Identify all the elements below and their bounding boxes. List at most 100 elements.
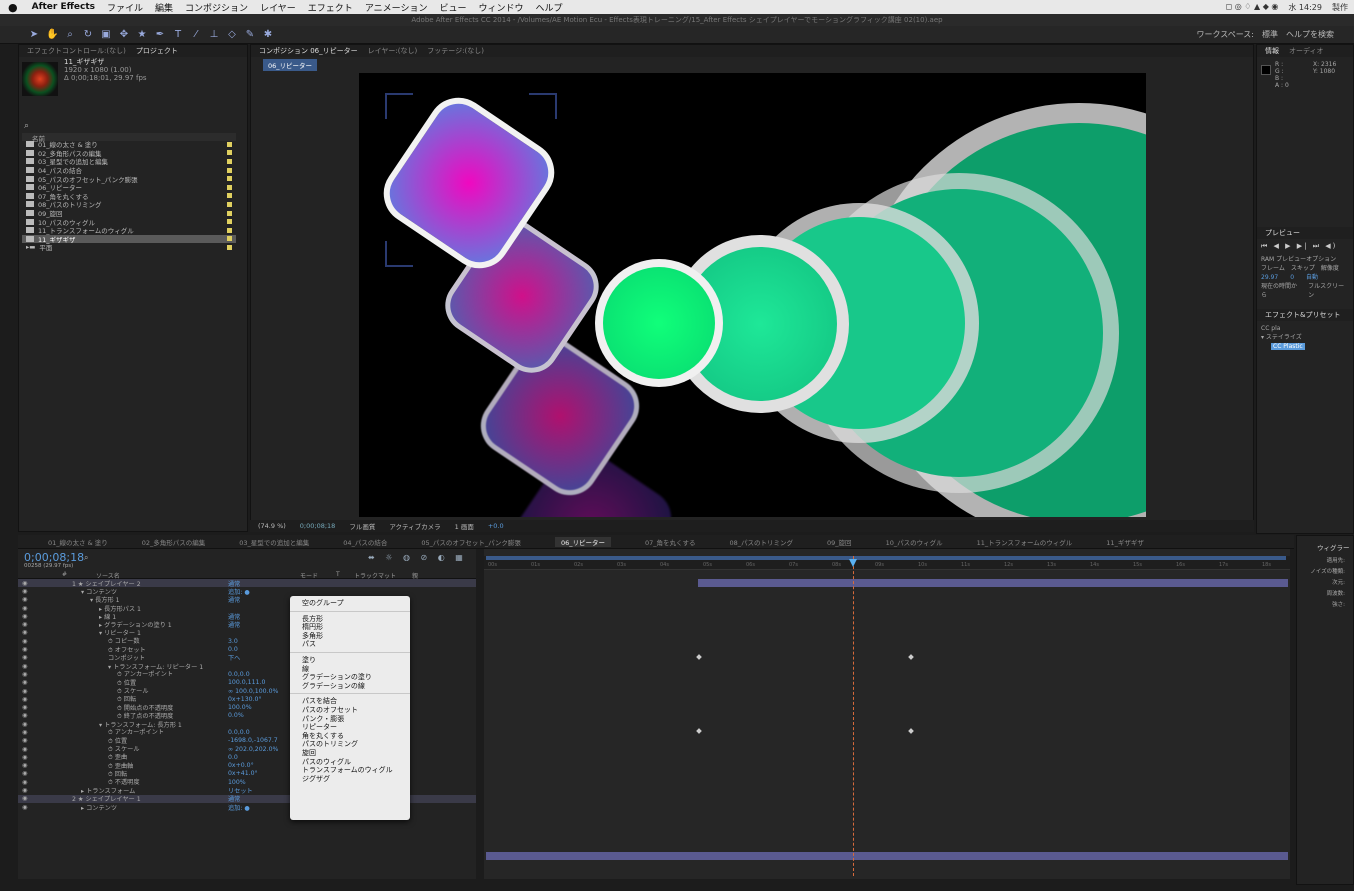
exposure-value[interactable]: +0.0 — [488, 522, 504, 530]
effects-search-input[interactable]: CC pla — [1261, 324, 1349, 333]
comp-timecode[interactable]: 0;00;08;18 — [300, 522, 336, 530]
menu-item-trim-paths[interactable]: パスのトリミング — [290, 740, 410, 749]
visibility-icon[interactable]: ◉ — [22, 696, 27, 703]
visibility-icon[interactable]: ◉ — [22, 629, 27, 636]
pen-tool-icon[interactable]: ✒ — [154, 29, 166, 41]
resolution-value[interactable]: 自動 — [1306, 273, 1318, 282]
layer-property-value[interactable]: 0.0,0.0 — [228, 671, 250, 678]
layer-property-value[interactable]: 0x+0.0° — [228, 762, 254, 769]
stamp-tool-icon[interactable]: ⊥ — [208, 29, 220, 41]
layer-duration-bar[interactable] — [698, 579, 1288, 587]
tab-effects-presets[interactable]: エフェクト&プリセット — [1265, 310, 1340, 320]
effects-folder[interactable]: ▾ ステイライズ — [1261, 333, 1349, 342]
tab-composition[interactable]: コンポジション 06_リピーター — [259, 46, 358, 56]
visibility-icon[interactable]: ◉ — [22, 704, 27, 711]
layer-property-value[interactable]: -1698.0,-1067.7 — [228, 737, 278, 744]
visibility-icon[interactable]: ◉ — [22, 737, 27, 744]
list-item[interactable]: ▸▬ 平面 — [22, 243, 236, 252]
frame-rate-value[interactable]: 29.97 — [1261, 273, 1278, 282]
ram-preview-options[interactable]: RAM プレビューオプション — [1261, 255, 1349, 264]
visibility-icon[interactable]: ◉ — [22, 596, 27, 603]
menu-help[interactable]: ヘルプ — [535, 1, 562, 14]
layer-property-value[interactable]: ∞ 202.0,202.0% — [228, 746, 278, 753]
visibility-icon[interactable]: ◉ — [22, 663, 27, 670]
tab-timeline[interactable]: 02_多角形パスの編集 — [142, 537, 206, 547]
menu-item-gradient-stroke[interactable]: グラデーションの線 — [290, 682, 410, 691]
tab-timeline[interactable]: 10_パスのウィグル — [886, 537, 943, 547]
menu-item-offset-paths[interactable]: パスのオフセット — [290, 706, 410, 715]
menu-item-gradient-fill[interactable]: グラデーションの塗り — [290, 673, 410, 682]
selection-tool-icon[interactable]: ➤ — [28, 29, 40, 41]
visibility-icon[interactable]: ◉ — [22, 671, 27, 678]
visibility-icon[interactable]: ◉ — [22, 779, 27, 786]
fullscreen-checkbox[interactable]: フルスクリーン — [1308, 282, 1349, 300]
menu-item-rectangle[interactable]: 長方形 — [290, 615, 410, 624]
layer-property-value[interactable]: 通常 — [228, 595, 240, 604]
menu-item-fill[interactable]: 塗り — [290, 656, 410, 665]
menu-animation[interactable]: アニメーション — [365, 1, 428, 14]
visibility-icon[interactable]: ◉ — [22, 580, 27, 587]
playhead[interactable] — [853, 556, 854, 876]
tab-timeline[interactable]: 03_星型での追加と編集 — [239, 537, 309, 547]
eraser-tool-icon[interactable]: ◇ — [226, 29, 238, 41]
tab-timeline[interactable]: 09_旋回 — [827, 537, 852, 547]
menu-effect[interactable]: エフェクト — [308, 1, 353, 14]
from-current-time-checkbox[interactable]: 現在の時間から — [1261, 282, 1302, 300]
menu-item-ellipse[interactable]: 楕円形 — [290, 623, 410, 632]
tab-effect-controls[interactable]: エフェクトコントロール:(なし) — [27, 46, 126, 56]
visibility-icon[interactable]: ◉ — [22, 787, 27, 794]
menu-item-path[interactable]: パス — [290, 640, 410, 649]
visibility-icon[interactable]: ◉ — [22, 605, 27, 612]
layer-property-value[interactable]: 0x+41.0° — [228, 770, 258, 777]
menu-item-pucker-bloat[interactable]: パンク・膨張 — [290, 715, 410, 724]
visibility-icon[interactable]: ◉ — [22, 770, 27, 777]
menu-item-stroke[interactable]: 線 — [290, 665, 410, 674]
menu-layer[interactable]: レイヤー — [260, 1, 296, 14]
layer-property-value[interactable]: 100.0% — [228, 704, 252, 711]
layer-property-value[interactable]: 100.0,111.0 — [228, 679, 265, 686]
tab-wiggler[interactable]: ウィグラー — [1297, 536, 1353, 552]
work-area-bar[interactable] — [486, 556, 1286, 560]
menu-composition[interactable]: コンポジション — [185, 1, 248, 14]
layer-row[interactable]: ◉ ▾ コンテンツ 追加: ● — [18, 587, 476, 596]
visibility-icon[interactable]: ◉ — [22, 712, 27, 719]
tab-timeline-active[interactable]: 06_リピーター — [554, 536, 611, 547]
brush-tool-icon[interactable]: ⁄ — [190, 29, 202, 41]
zoom-select[interactable]: (74.9 %) — [258, 522, 286, 530]
menu-item-zig-zag[interactable]: ジグザグ — [290, 775, 410, 784]
user-name[interactable]: 製作 — [1332, 2, 1348, 13]
time-ruler[interactable]: 00s 01s 02s 03s 04s 05s 06s 07s 08s 09s 10s 11s 12s 1… — [484, 556, 1290, 570]
menu-item-repeater[interactable]: リピーター — [290, 723, 410, 732]
visibility-icon[interactable]: ◉ — [22, 754, 27, 761]
visibility-icon[interactable]: ◉ — [22, 621, 27, 628]
rotate-tool-icon[interactable]: ↻ — [82, 29, 94, 41]
tab-audio[interactable]: オーディオ — [1289, 46, 1324, 56]
menu-item-empty-group[interactable]: 空のグループ — [290, 599, 410, 608]
visibility-icon[interactable]: ◉ — [22, 679, 27, 686]
layer-property-value[interactable]: 通常 — [228, 620, 240, 629]
text-tool-icon[interactable]: T — [172, 29, 184, 41]
visibility-icon[interactable]: ◉ — [22, 804, 27, 811]
comp-sub-tab[interactable]: 06_リピーター — [263, 59, 318, 71]
tab-preview[interactable]: プレビュー — [1265, 228, 1300, 238]
menu-file[interactable]: ファイル — [107, 1, 143, 14]
layer-property-value[interactable]: 0.0 — [228, 646, 238, 653]
camera-tool-icon[interactable]: ▣ — [100, 29, 112, 41]
visibility-icon[interactable]: ◉ — [22, 654, 27, 661]
hand-tool-icon[interactable]: ✋ — [46, 29, 58, 41]
layer-property-value[interactable]: 0.0% — [228, 712, 244, 719]
visibility-icon[interactable]: ◉ — [22, 746, 27, 753]
visibility-icon[interactable]: ◉ — [22, 762, 27, 769]
tab-timeline[interactable]: 07_角を丸くする — [645, 537, 696, 547]
tab-timeline[interactable]: 08_パスのトリミング — [730, 537, 794, 547]
layer-property-value[interactable]: 0.0,0.0 — [228, 729, 250, 736]
layer-property-value[interactable]: 追加: ● — [228, 803, 250, 812]
camera-select[interactable]: アクティブカメラ — [389, 521, 440, 531]
menu-view[interactable]: ビュー — [439, 1, 466, 14]
layer-property-value[interactable]: 100% — [228, 779, 246, 786]
wiggler-noise-type[interactable]: ノイズの種類: — [1307, 567, 1345, 578]
pan-behind-tool-icon[interactable]: ✥ — [118, 29, 130, 41]
menu-item-wiggle-paths[interactable]: パスのウィグル — [290, 758, 410, 767]
visibility-icon[interactable]: ◉ — [22, 721, 27, 728]
visibility-icon[interactable]: ◉ — [22, 795, 27, 802]
